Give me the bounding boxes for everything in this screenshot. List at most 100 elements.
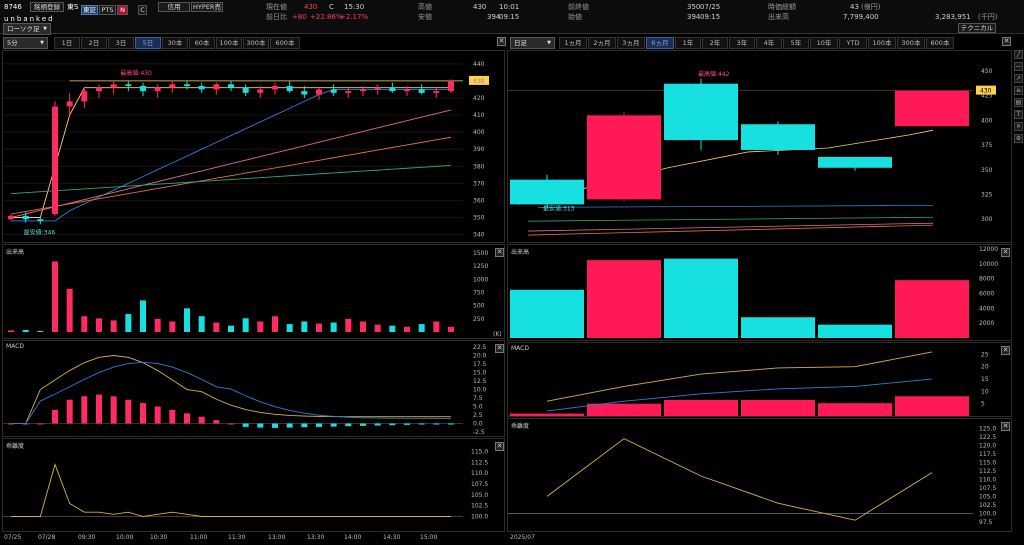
left-range-5[interactable]: 60本 [189,37,215,49]
eraser-icon[interactable]: ✕ [1014,122,1023,131]
current-price: 430 [304,3,318,11]
left-volume-close-button[interactable]: ✕ [495,248,504,257]
left-signal-line [11,361,452,424]
right-range-5[interactable]: 2年 [702,37,728,49]
right-range-10[interactable]: YTD [839,37,867,49]
right-macd-bar [895,396,969,416]
right-macd-tick: 5 [981,401,985,408]
hyper-sell-button[interactable]: HYPER売 [191,2,223,12]
current-flag: C [329,3,334,11]
right-macd-close-button[interactable]: ✕ [1001,346,1010,355]
left-candle [66,101,73,107]
right-low-annotation: 最安値:313 [543,204,575,212]
left-macd-bar [125,399,132,424]
right-ratio-close-button[interactable]: ✕ [1001,422,1010,431]
right-range-4[interactable]: 1年 [675,37,701,49]
right-range-0[interactable]: 1ヵ月 [559,37,587,49]
horizontal-line-icon[interactable]: — [1014,62,1023,71]
c-button[interactable]: C [138,5,147,15]
left-price-tick: 410 [473,112,485,119]
left-candle [286,86,293,92]
right-range-13[interactable]: 600本 [926,37,954,49]
technical-button[interactable]: テクニカル [958,23,996,33]
right-ratio-tick: 110.0 [979,476,996,483]
turnover-unit: (千円) [978,13,998,21]
left-macd-bar [242,423,249,427]
left-price-tick: 420 [473,95,485,102]
volume-label: 出来高 [768,13,789,21]
left-time-tick-4: 10:30 [150,534,168,541]
left-macd-bar [330,423,337,427]
right-macd-bar [664,399,738,416]
right-range-9[interactable]: 10年 [810,37,838,49]
left-range-2[interactable]: 3日 [108,37,134,49]
left-ma-line-4 [10,164,452,195]
left-ratio-close-button[interactable]: ✕ [495,442,504,451]
draw-line-icon[interactable]: ╱ [1014,50,1023,59]
left-macd-close-button[interactable]: ✕ [495,344,504,353]
left-time-tick-5: 11:00 [190,534,208,541]
right-range-2[interactable]: 3ヵ月 [617,37,645,49]
quote-header: 8746 銘柄登録 東S unbanked 東証 PTS N C 信用 HYPE… [0,0,1024,34]
left-candle [52,106,58,215]
left-range-4[interactable]: 30本 [162,37,188,49]
prev-diff-label: 前日比 [266,13,287,21]
right-range-12[interactable]: 300本 [897,37,925,49]
left-volume-bar [154,318,161,332]
high-value: 430 [473,3,487,11]
tse-button[interactable]: 東証 [81,5,98,15]
left-candle [228,84,234,88]
left-price-tick: 390 [473,146,485,153]
left-close-button[interactable]: ✕ [497,37,506,46]
right-macd-tick: 15 [981,376,989,383]
left-ratio-tick: 107.5 [471,481,488,488]
channel-icon[interactable]: ▤ [1014,98,1023,107]
left-price-tick: 400 [473,129,485,136]
open-time: 09:15 [700,13,721,21]
fib-icon[interactable]: ≡ [1014,86,1023,95]
right-range-11[interactable]: 100本 [868,37,896,49]
right-range-1[interactable]: 2ヵ月 [588,37,616,49]
settings-icon[interactable]: ⚙ [1014,134,1023,143]
pts-button[interactable]: PTS [99,5,116,15]
left-volume-bar [96,318,102,332]
left-volume-bar [316,323,322,332]
watchlist-button[interactable]: 銘柄登録 [30,2,64,12]
left-range-6[interactable]: 100本 [216,37,242,49]
left-candle [213,84,220,90]
chart-type-select[interactable]: ローソク足 [3,23,51,35]
left-ratio-tick: 110.0 [471,470,488,477]
right-range-7[interactable]: 4年 [756,37,782,49]
right-volume-close-button[interactable]: ✕ [1001,248,1010,257]
right-range-3[interactable]: 6ヵ月 [646,37,674,49]
right-close-button[interactable]: ✕ [1002,37,1011,46]
left-high-annotation: 最高値:430 [120,69,152,77]
left-interval-select[interactable]: 5分 [3,37,48,49]
right-interval-select[interactable]: 日足 [510,37,555,49]
left-macd-bar [81,396,88,424]
credit-button[interactable]: 信用 [158,2,190,12]
left-macd-bar [404,423,410,425]
left-volume-bar [286,324,293,332]
trend-icon[interactable]: ↗ [1014,74,1023,83]
left-volume-bar [125,314,132,332]
right-ratio-line [546,438,933,521]
left-candle [242,87,249,93]
right-macd-tick: 10 [981,388,989,395]
left-volume-bar [433,321,440,332]
right-range-8[interactable]: 5年 [783,37,809,49]
n-button[interactable]: N [117,5,128,15]
left-range-3[interactable]: 5日 [135,37,161,49]
open-value: 394 [687,13,701,21]
left-candle [448,80,454,92]
right-range-6[interactable]: 3年 [729,37,755,49]
left-range-7[interactable]: 300本 [243,37,269,49]
right-volume-tick: 6000 [979,291,994,298]
left-range-8[interactable]: 600本 [270,37,300,49]
text-icon[interactable]: T [1014,110,1023,119]
left-price-tick: 430 [473,78,485,85]
right-price-tick: 325 [981,191,993,198]
left-range-1[interactable]: 2日 [81,37,107,49]
left-range-0[interactable]: 1日 [54,37,80,49]
right-ratio-tick: 105.0 [979,493,996,500]
